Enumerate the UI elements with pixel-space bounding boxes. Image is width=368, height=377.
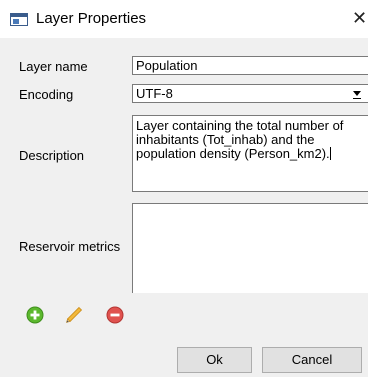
reservoir-metrics-box[interactable]: [132, 203, 368, 293]
dropdown-arrow-underline: [353, 98, 361, 99]
layer-name-input[interactable]: Population: [132, 56, 368, 75]
window-title: Layer Properties: [36, 10, 147, 27]
encoding-select[interactable]: UTF-8: [132, 84, 368, 103]
layer-name-label: Layer name: [19, 59, 88, 74]
encoding-value: UTF-8: [136, 86, 173, 101]
title-bar: Layer Properties ✕: [0, 0, 368, 38]
plus-circle-icon[interactable]: [26, 306, 44, 324]
close-button[interactable]: ✕: [352, 6, 368, 32]
description-label: Description: [19, 148, 85, 163]
layer-properties-icon: [10, 13, 28, 26]
description-textarea[interactable]: Layer containing the total number of inh…: [132, 115, 368, 192]
dropdown-arrow-icon[interactable]: [353, 91, 361, 96]
ok-button[interactable]: Ok: [177, 347, 252, 373]
dialog-content: Layer name Population Encoding UTF-8 Des…: [0, 38, 368, 377]
text-caret: [329, 147, 331, 160]
cancel-button[interactable]: Cancel: [262, 347, 362, 373]
reservoir-metrics-label: Reservoir metrics: [19, 239, 121, 254]
pencil-icon[interactable]: [65, 306, 83, 324]
description-text: Layer containing the total number of inh…: [136, 118, 344, 161]
encoding-label: Encoding: [19, 87, 74, 102]
minus-circle-icon[interactable]: [106, 306, 124, 324]
